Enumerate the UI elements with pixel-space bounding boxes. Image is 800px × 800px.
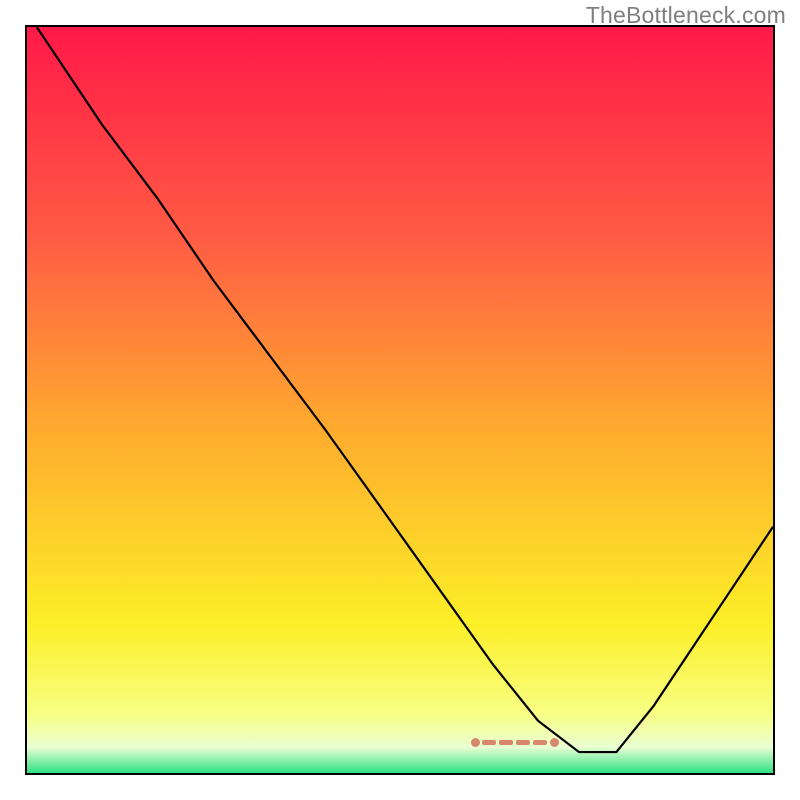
gradient-background — [27, 27, 773, 773]
chart-root: TheBottleneck.com — [0, 0, 800, 800]
plot-area — [25, 25, 775, 775]
